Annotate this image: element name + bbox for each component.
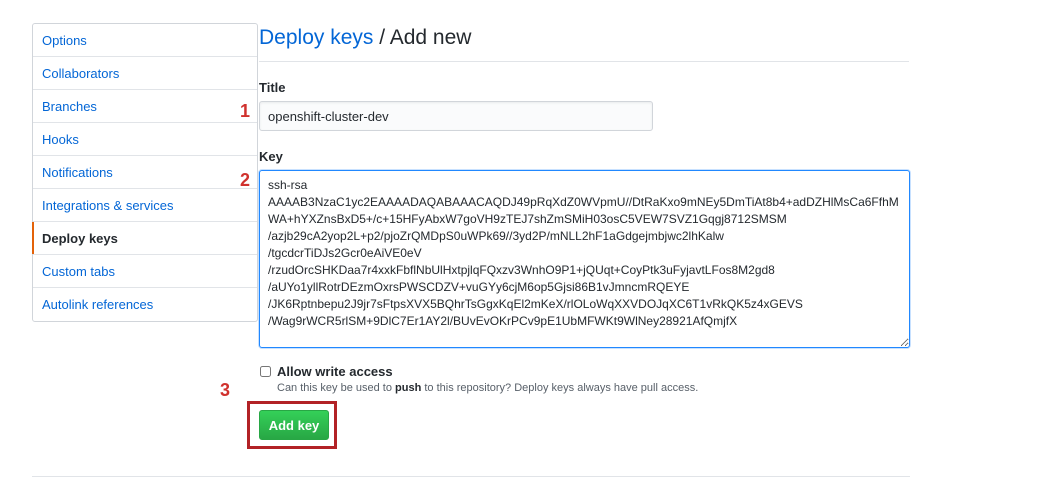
annotation-step-1: 1 bbox=[240, 101, 251, 121]
sidebar-item-notifications[interactable]: Notifications bbox=[33, 156, 257, 189]
sidebar-item-options[interactable]: Options bbox=[33, 24, 257, 57]
bottom-divider bbox=[32, 476, 910, 477]
allow-write-label[interactable]: Allow write access bbox=[277, 364, 393, 379]
page-title-rest: / Add new bbox=[373, 26, 472, 49]
key-label: Key bbox=[259, 149, 283, 164]
sidebar-item-custom-tabs[interactable]: Custom tabs bbox=[33, 255, 257, 288]
annotation-step-3: 3 bbox=[220, 380, 231, 400]
note-text-after: to this repository? Deploy keys always h… bbox=[421, 382, 699, 394]
note-text-before: Can this key be used to bbox=[277, 382, 396, 394]
note-text-bold: push bbox=[395, 382, 422, 394]
sidebar-item-branches[interactable]: Branches bbox=[33, 90, 257, 123]
sidebar-item-hooks[interactable]: Hooks bbox=[33, 123, 257, 156]
breadcrumb-deploy-keys-link[interactable]: Deploy keys bbox=[259, 26, 373, 49]
key-textarea[interactable]: ssh-rsa AAAAB3NzaC1yc2EAAAADAQABAAACAQDJ… bbox=[259, 170, 910, 348]
title-label: Title bbox=[259, 80, 286, 95]
sidebar-item-autolink-references[interactable]: Autolink references bbox=[33, 288, 257, 321]
settings-sidebar: Options Collaborators Branches Hooks Not… bbox=[32, 23, 258, 322]
title-divider bbox=[259, 61, 909, 62]
add-key-button[interactable]: Add key bbox=[259, 410, 329, 440]
title-input[interactable] bbox=[259, 101, 653, 131]
sidebar-item-collaborators[interactable]: Collaborators bbox=[33, 57, 257, 90]
allow-write-checkbox[interactable] bbox=[260, 366, 271, 377]
allow-write-note: Can this key be used to push to this rep… bbox=[277, 382, 698, 394]
annotation-step-2: 2 bbox=[240, 170, 251, 190]
page-title: Deploy keys / Add new bbox=[259, 26, 471, 50]
sidebar-item-integrations[interactable]: Integrations & services bbox=[33, 189, 257, 222]
sidebar-item-deploy-keys[interactable]: Deploy keys bbox=[32, 222, 257, 255]
